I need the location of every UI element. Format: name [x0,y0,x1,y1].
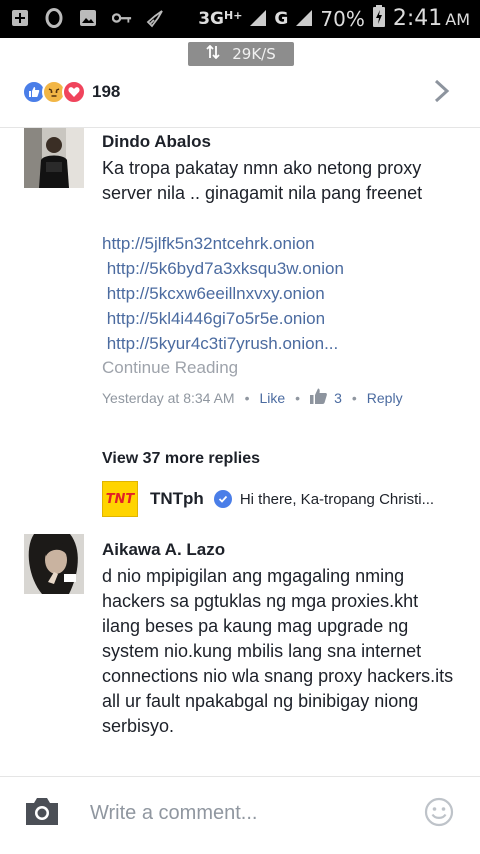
key-icon [112,8,132,28]
like-button[interactable]: Like [259,390,285,406]
network-2-indicator: G [274,8,289,29]
thumbs-up-icon [310,388,328,407]
network-speed-badge: 29K/S [188,42,294,66]
battery-charging-icon [372,5,385,32]
camera-icon[interactable] [24,795,60,827]
comment-author[interactable]: Aikawa A. Lazo [102,540,460,560]
battery-percent: 70% [320,6,365,31]
continue-reading-link[interactable]: Continue Reading [102,358,460,378]
comment-link[interactable]: http://5k6byd7a3xksqu3w.onion [102,256,460,281]
comment-text: d nio mpipigilan ang mgagaling nming hac… [102,566,454,736]
image-icon [78,8,98,28]
reaction-icons[interactable]: 198 [22,80,120,104]
add-box-icon [10,8,30,28]
comment-text: Ka tropa pakatay nmn ako netong proxy se… [102,158,423,203]
comment-timestamp: Yesterday at 8:34 AM [102,389,235,406]
reply-button[interactable]: Reply [367,390,403,406]
comment-composer [0,776,480,854]
verified-badge-icon [213,490,232,508]
opera-icon [44,8,64,28]
comment-link[interactable]: http://5kl4i446gi7o5r5e.onion [102,306,460,331]
signal-1-icon [250,7,267,31]
tnt-logo: TNT [102,481,138,517]
write-comment-input[interactable] [90,799,390,827]
chevron-right-icon[interactable] [430,76,454,106]
avatar[interactable] [24,128,84,188]
status-bar: 3GH+ G 70% 2:41 AM [0,0,480,38]
arrows-up-down-icon [206,44,220,63]
view-more-replies-link[interactable]: View 37 more replies [102,450,260,468]
comments-sheet: 29K/S 198 Dindo Abalos Ka tropa pakatay … [0,38,480,854]
comment-meta: Yesterday at 8:34 AM • Like • 3 • Reply [102,388,403,407]
like-count[interactable]: 3 [310,388,342,407]
reaction-count: 198 [92,82,121,101]
reply-snippet: Hi there, Ka-tropang Christi... [239,490,435,508]
love-icon [62,80,86,104]
smiley-icon[interactable] [424,797,454,827]
comment-link[interactable]: http://5kcxw6eeillnxvxy.onion [102,281,460,306]
reaction-summary-bar[interactable]: 198 [0,64,480,128]
comment-link[interactable]: http://5jlfk5n32ntcehrk.onion [102,231,460,256]
reply-preview[interactable]: TNT TNTph Hi there, Ka-tropang Christi..… [102,480,462,518]
reply-author[interactable]: TNTph [150,489,204,509]
comment-author[interactable]: Dindo Abalos [102,132,460,152]
clock: 2:41 AM [392,6,470,31]
comment-link[interactable]: http://5kyur4c3ti7yrush.onion... [102,331,460,356]
network-1-indicator: 3GH+ [198,8,243,29]
avatar[interactable] [24,534,84,594]
rocket-icon [146,8,166,28]
signal-2-icon [296,7,313,31]
